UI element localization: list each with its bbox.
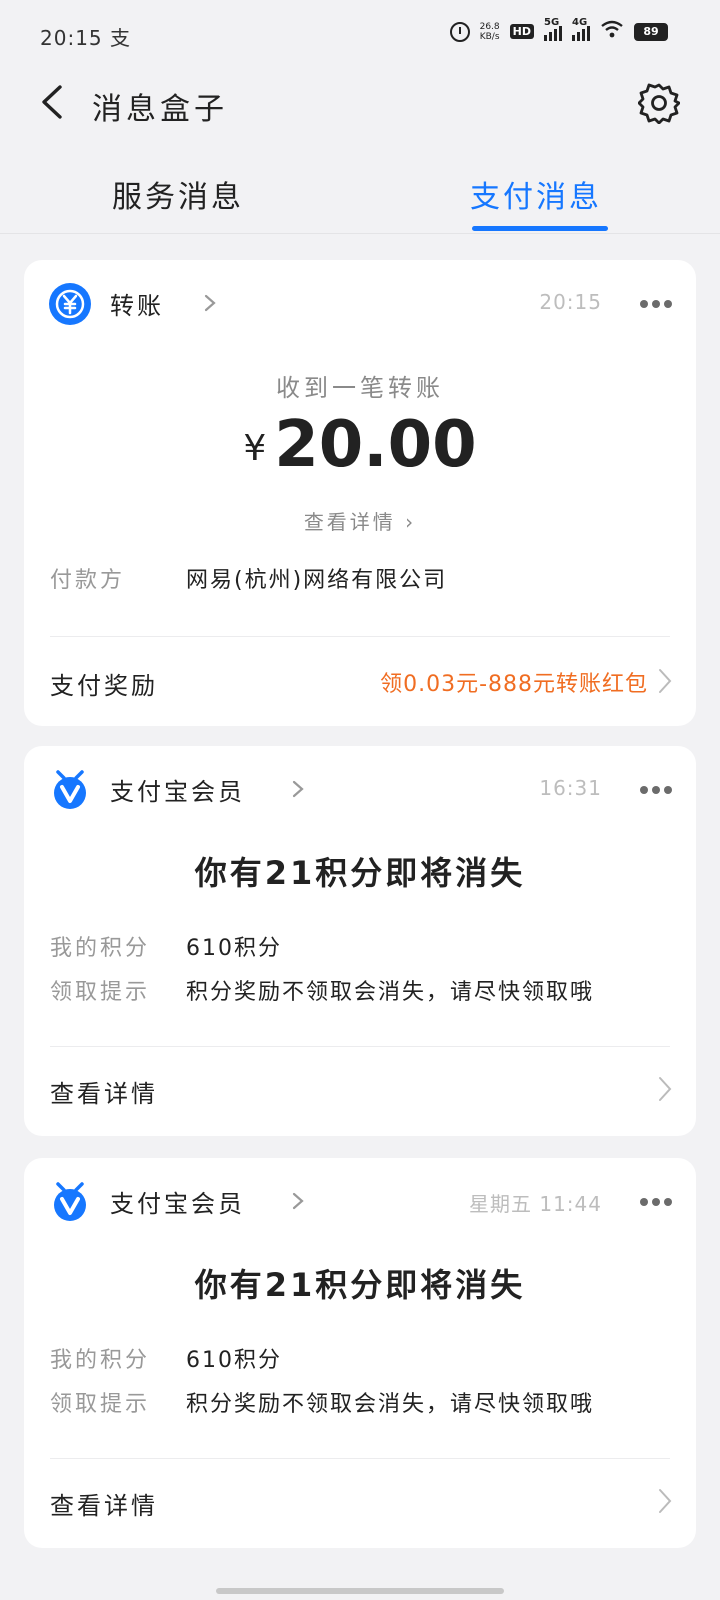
wifi-icon	[600, 20, 624, 43]
reward-promo-link[interactable]: 领0.03元-888元转账红包	[380, 666, 648, 698]
card-time: 星期五 11:44	[469, 1192, 602, 1216]
chevron-right-icon	[292, 1192, 304, 1210]
chevron-right-icon	[204, 294, 216, 312]
signal-5g-icon: 5G	[544, 17, 562, 41]
home-indicator[interactable]	[216, 1588, 504, 1594]
points-expiry-title: 你有21积分即将消失	[194, 1266, 526, 1304]
chevron-right-icon	[292, 780, 304, 798]
member-message-card[interactable]: 支付宝会员 16:31 你有21积分即将消失 我的积分 610积分 领取提示 积…	[24, 746, 696, 1136]
message-tabs: 服务消息 支付消息	[0, 160, 720, 234]
tip-label: 领取提示	[50, 980, 151, 1005]
card-header: 转账 20:15	[48, 282, 672, 326]
divider	[50, 1458, 670, 1459]
transfer-subtitle: 收到一笔转账	[276, 374, 444, 402]
card-app-name[interactable]: 支付宝会员	[110, 772, 245, 807]
tip-value: 积分奖励不领取会消失，请尽快领取哦	[186, 1392, 595, 1417]
card-time: 20:15	[539, 290, 602, 314]
tip-value: 积分奖励不领取会消失，请尽快领取哦	[186, 980, 595, 1005]
chevron-right-icon	[659, 669, 672, 693]
card-time: 16:31	[539, 776, 602, 800]
points-label: 我的积分	[50, 936, 151, 961]
points-value: 610积分	[186, 1348, 282, 1373]
more-options-icon[interactable]	[640, 1198, 672, 1206]
more-options-icon[interactable]	[640, 786, 672, 794]
battery-icon: 89	[634, 22, 668, 41]
back-arrow-icon[interactable]	[38, 84, 68, 120]
reward-label: 支付奖励	[50, 672, 158, 700]
view-detail-link[interactable]: 查看详情	[50, 1074, 158, 1109]
status-time: 20:15 支	[40, 26, 131, 50]
view-detail-link[interactable]: 查看详情	[50, 1486, 158, 1521]
points-expiry-title: 你有21积分即将消失	[194, 854, 526, 892]
status-bar: 20:15 支 26.8 KB/s HD 5G 4G 89	[0, 0, 720, 70]
hd-icon: HD	[509, 24, 534, 39]
transfer-message-card[interactable]: 转账 20:15 收到一笔转账 ¥20.00 查看详情 › 付款方 网易(杭州)…	[24, 260, 696, 726]
status-icons: 26.8 KB/s HD 5G 4G 89	[449, 17, 668, 43]
active-tab-indicator	[472, 226, 608, 231]
more-options-icon[interactable]	[640, 300, 672, 308]
divider	[50, 636, 670, 637]
points-value: 610积分	[186, 936, 282, 961]
card-header: 支付宝会员 星期五 11:44	[48, 1180, 672, 1224]
card-header: 支付宝会员 16:31	[48, 768, 672, 812]
transfer-amount: ¥20.00	[243, 408, 477, 482]
member-badge-icon	[54, 1182, 86, 1221]
view-detail-link[interactable]: 查看详情 ›	[24, 506, 696, 535]
tip-label: 领取提示	[50, 1392, 151, 1417]
signal-4g-icon: 4G	[572, 17, 590, 41]
points-label: 我的积分	[50, 1348, 151, 1373]
card-app-name[interactable]: 支付宝会员	[110, 1184, 245, 1219]
payer-label: 付款方	[50, 568, 126, 593]
member-message-card[interactable]: 支付宝会员 星期五 11:44 你有21积分即将消失 我的积分 610积分 领取…	[24, 1158, 696, 1548]
nav-bar: 消息盒子	[0, 70, 720, 134]
alarm-icon	[449, 21, 470, 42]
payer-value: 网易(杭州)网络有限公司	[186, 568, 448, 593]
member-badge-icon	[54, 770, 86, 809]
net-speed: 26.8 KB/s	[479, 21, 500, 42]
divider	[50, 1046, 670, 1047]
yuan-transfer-icon	[49, 283, 91, 325]
tab-payment-messages[interactable]: 支付消息	[470, 172, 602, 216]
page-title: 消息盒子	[92, 92, 228, 127]
chevron-right-icon	[659, 1077, 672, 1101]
chevron-right-icon	[659, 1489, 672, 1513]
gear-icon[interactable]	[638, 82, 680, 124]
card-app-name[interactable]: 转账	[110, 286, 164, 321]
tab-service-messages[interactable]: 服务消息	[112, 172, 244, 216]
